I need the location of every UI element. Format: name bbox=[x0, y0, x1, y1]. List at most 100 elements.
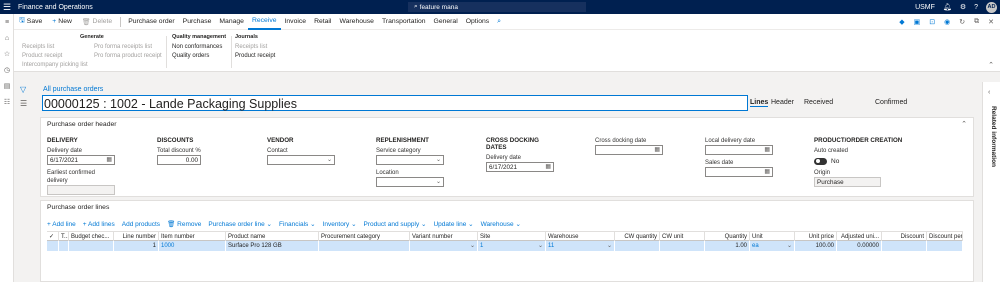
cell-cw-unit[interactable] bbox=[660, 241, 705, 251]
quality-orders-button[interactable]: Quality orders bbox=[172, 52, 226, 61]
table-row[interactable]: 1 1000 Surface Pro 128 GB ⌄ 1 ⌄ 11 ⌄ 1.00 … bbox=[47, 241, 963, 251]
cell-item-number[interactable]: 1000 bbox=[159, 241, 226, 251]
sales-date-field[interactable]: ▦ bbox=[705, 167, 773, 177]
total-discount-field[interactable]: 0.00 bbox=[157, 155, 201, 165]
home-icon[interactable]: ⌂ bbox=[0, 30, 14, 46]
delete-button[interactable]: 🗑︎ Delete bbox=[77, 14, 117, 30]
related-information-pane[interactable]: ‹ Related information bbox=[982, 82, 1000, 282]
cell-procurement-category[interactable] bbox=[319, 241, 410, 251]
star-icon[interactable]: ☆ bbox=[0, 46, 14, 62]
cell-site[interactable]: 1 ⌄ bbox=[478, 241, 546, 251]
waffle-icon[interactable]: ☰ bbox=[0, 0, 14, 14]
location-field[interactable]: ⌄ bbox=[376, 177, 444, 187]
purchase-order-line-menu[interactable]: Purchase order line ⌄ bbox=[208, 220, 272, 228]
journals-receipts-list-button[interactable]: Receipts list bbox=[235, 43, 275, 52]
company-picker[interactable]: USMF bbox=[915, 4, 935, 11]
local-delivery-date-field[interactable]: ▦ bbox=[705, 145, 773, 155]
cell-type[interactable] bbox=[59, 241, 69, 251]
cross-docking-delivery-date-field[interactable]: 6/17/2021 ▦ bbox=[486, 162, 554, 172]
auto-created-toggle[interactable] bbox=[814, 157, 827, 165]
product-receipt-button[interactable]: Product receipt bbox=[22, 52, 88, 61]
tab-lines[interactable]: Lines bbox=[750, 99, 769, 107]
remove-button[interactable]: 🗑︎ Remove bbox=[167, 220, 201, 228]
tab-warehouse[interactable]: Warehouse bbox=[335, 14, 378, 30]
tab-general[interactable]: General bbox=[430, 14, 462, 30]
product-and-supply-menu[interactable]: Product and supply ⌄ bbox=[364, 220, 427, 228]
chevron-down-icon[interactable]: ⌄ bbox=[538, 241, 543, 251]
inventory-menu[interactable]: Inventory ⌄ bbox=[323, 220, 357, 228]
tab-header[interactable]: Header bbox=[771, 99, 794, 106]
update-line-menu[interactable]: Update line ⌄ bbox=[433, 220, 473, 228]
attachment-icon[interactable]: ⊡ bbox=[929, 18, 935, 26]
tab-purchase-order[interactable]: Purchase order bbox=[124, 14, 178, 30]
cell-discount[interactable] bbox=[882, 241, 927, 251]
gear-icon[interactable]: ⚙ bbox=[960, 3, 966, 11]
chevron-down-icon[interactable]: ⌄ bbox=[470, 241, 475, 251]
chevron-down-icon[interactable]: ⌄ bbox=[436, 156, 441, 163]
cell-unit[interactable]: ea ⌄ bbox=[750, 241, 795, 251]
cell-warehouse[interactable]: 11 ⌄ bbox=[546, 241, 615, 251]
journals-product-receipt-button[interactable]: Product receipt bbox=[235, 52, 275, 61]
tab-transportation[interactable]: Transportation bbox=[378, 14, 430, 30]
receipts-list-button[interactable]: Receipts list bbox=[22, 43, 88, 52]
calendar-icon[interactable]: ▦ bbox=[545, 163, 551, 170]
refresh-icon[interactable]: ↻ bbox=[959, 18, 965, 26]
add-line-button[interactable]: + Add line bbox=[47, 221, 76, 228]
cell-discount-percent[interactable] bbox=[927, 241, 963, 251]
calendar-icon[interactable]: ▦ bbox=[654, 146, 660, 153]
contact-field[interactable]: ⌄ bbox=[267, 155, 335, 165]
calendar-icon[interactable]: ▦ bbox=[106, 156, 112, 163]
po-lines-title[interactable]: Purchase order lines bbox=[47, 204, 109, 211]
cell-unit-price[interactable]: 100.00 bbox=[795, 241, 837, 251]
clock-icon[interactable]: ◷ bbox=[0, 62, 14, 78]
cell-cw-quantity[interactable] bbox=[615, 241, 660, 251]
intercompany-picking-list-button[interactable]: Intercompany picking list bbox=[22, 61, 88, 70]
add-lines-button[interactable]: + Add lines bbox=[83, 221, 115, 228]
tab-receive[interactable]: Receive bbox=[247, 14, 281, 30]
row-checkbox[interactable] bbox=[47, 241, 59, 251]
help-icon[interactable]: ? bbox=[974, 4, 978, 11]
filter-icon[interactable]: ▽ bbox=[20, 85, 26, 94]
popout-icon[interactable]: ⧉ bbox=[974, 18, 979, 26]
chevron-down-icon[interactable]: ⌄ bbox=[787, 241, 792, 251]
tab-options[interactable]: Options bbox=[462, 14, 493, 30]
new-button[interactable]: + New bbox=[47, 14, 77, 30]
pro-forma-product-receipt-button[interactable]: Pro forma product receipt bbox=[94, 52, 162, 61]
chevron-down-icon[interactable]: ⌄ bbox=[436, 178, 441, 185]
tab-manage[interactable]: Manage bbox=[215, 14, 248, 30]
diamond-icon[interactable]: ◆ bbox=[899, 18, 904, 26]
tab-retail[interactable]: Retail bbox=[310, 14, 335, 30]
action-search-icon[interactable]: ⌕ bbox=[493, 14, 505, 30]
financials-menu[interactable]: Financials ⌄ bbox=[279, 220, 316, 228]
cell-adjusted-unit-price[interactable]: 0.00000 bbox=[837, 241, 882, 251]
non-conformances-button[interactable]: Non conformances bbox=[172, 43, 226, 52]
cell-variant-number[interactable]: ⌄ bbox=[410, 241, 478, 251]
tab-purchase[interactable]: Purchase bbox=[179, 14, 216, 30]
app-name[interactable]: Finance and Operations bbox=[18, 4, 93, 11]
service-category-field[interactable]: ⌄ bbox=[376, 155, 444, 165]
cell-budget-check[interactable] bbox=[69, 241, 114, 251]
search-input[interactable]: ⌕ feature mana bbox=[408, 2, 586, 12]
page-title-box[interactable]: 00000125 : 1002 - Lande Packaging Suppli… bbox=[42, 95, 748, 111]
office-icon[interactable]: ▣ bbox=[914, 18, 921, 26]
list-icon[interactable]: ☷ bbox=[0, 94, 14, 110]
chevron-up-icon[interactable]: ⌃ bbox=[988, 61, 994, 69]
chevron-left-icon[interactable]: ‹ bbox=[988, 89, 990, 96]
chevron-down-icon[interactable]: ⌄ bbox=[327, 156, 332, 163]
badge-icon[interactable]: ◉ bbox=[944, 18, 950, 26]
po-header-title[interactable]: Purchase order header bbox=[47, 121, 117, 128]
tab-invoice[interactable]: Invoice bbox=[281, 14, 311, 30]
warehouse-menu[interactable]: Warehouse ⌄ bbox=[481, 220, 521, 228]
hamburger-icon[interactable]: ≡ bbox=[0, 14, 14, 30]
delivery-date-field[interactable]: 6/17/2021 ▦ bbox=[47, 155, 115, 165]
cell-quantity[interactable]: 1.00 bbox=[705, 241, 750, 251]
cell-line-number[interactable]: 1 bbox=[114, 241, 159, 251]
chevron-up-icon[interactable]: ⌃ bbox=[961, 120, 967, 128]
breadcrumb[interactable]: All purchase orders bbox=[43, 86, 103, 93]
save-button[interactable]: 🖫︎ Save bbox=[14, 14, 47, 30]
close-icon[interactable]: ✕ bbox=[988, 18, 994, 26]
chevron-down-icon[interactable]: ⌄ bbox=[607, 241, 612, 251]
pro-forma-receipts-list-button[interactable]: Pro forma receipts list bbox=[94, 43, 162, 52]
cross-docking-date-field[interactable]: ▦ bbox=[595, 145, 663, 155]
cell-product-name[interactable]: Surface Pro 128 GB bbox=[226, 241, 319, 251]
